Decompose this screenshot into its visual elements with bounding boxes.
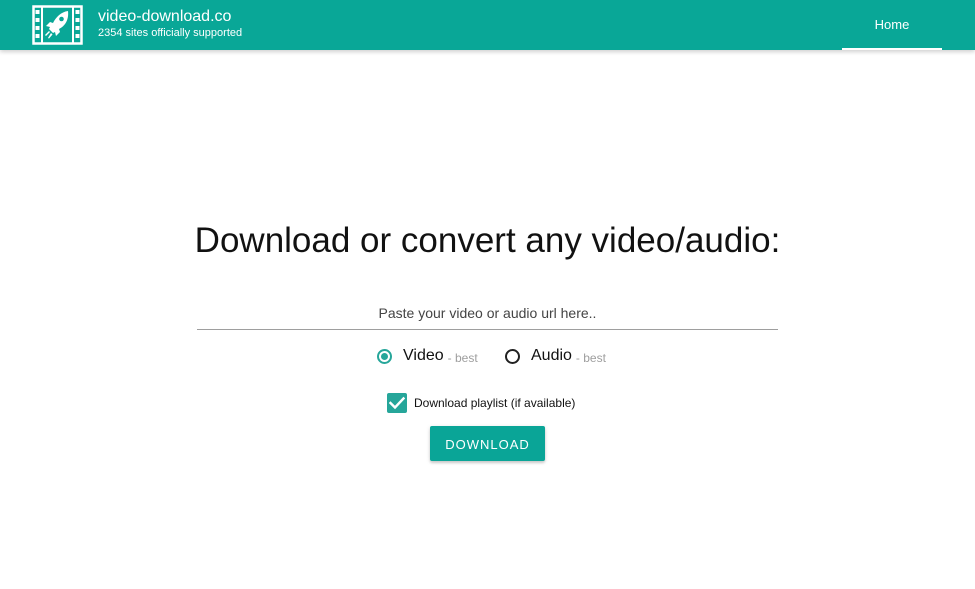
radio-unchecked-icon[interactable] xyxy=(505,348,520,364)
checkbox-checked-icon[interactable] xyxy=(387,393,407,413)
radio-checked-icon[interactable] xyxy=(377,348,392,364)
download-button[interactable]: DOWNLOAD xyxy=(430,426,545,461)
format-option-audio[interactable]: Audio - best xyxy=(505,346,606,366)
site-tagline: 2354 sites officially supported xyxy=(98,27,243,39)
format-option-video[interactable]: Video - best xyxy=(377,346,478,366)
top-navbar: video-download.co 2354 sites officially … xyxy=(0,0,975,50)
page-headline: Download or convert any video/audio: xyxy=(194,221,781,260)
format-option-label: Audio xyxy=(531,347,572,364)
site-name[interactable]: video-download.co xyxy=(98,8,231,26)
nav-home-label: Home xyxy=(874,17,910,32)
nav-home-link[interactable]: Home xyxy=(842,0,942,50)
format-option-hint: - best xyxy=(447,350,478,365)
playlist-checkbox-label: Download playlist (if available) xyxy=(414,396,576,410)
format-option-hint: - best xyxy=(575,350,606,365)
playlist-checkbox[interactable]: Download playlist (if available) xyxy=(387,393,575,413)
film-rocket-icon[interactable] xyxy=(32,5,83,45)
active-tab-indicator xyxy=(842,48,942,50)
url-input[interactable] xyxy=(197,297,778,330)
format-option-label: Video xyxy=(403,347,444,364)
